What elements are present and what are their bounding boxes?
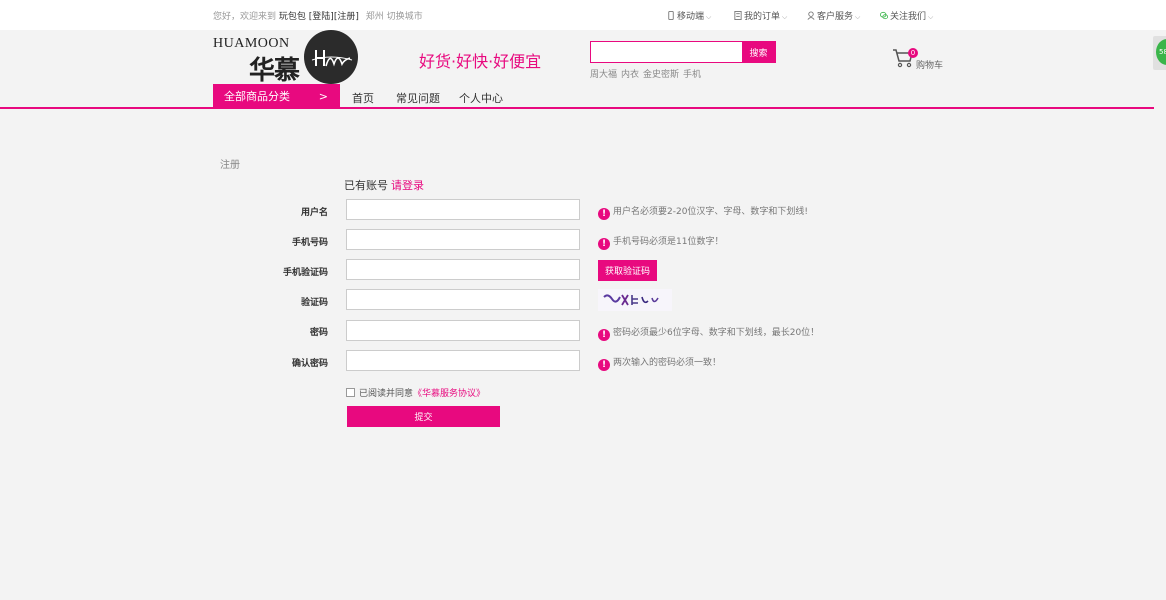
all-categories-button[interactable]: 全部商品分类 > — [213, 84, 340, 109]
agree-text: 已阅读并同意 — [359, 389, 414, 399]
confirm-password-hint: ! 两次输入的密码必须一致！ — [598, 355, 721, 371]
password-hint-text: 密码必须最少6位字母、数字和下划线，最长20位！ — [613, 328, 820, 338]
phone-field[interactable] — [346, 229, 580, 250]
chevron-right-icon: > — [318, 90, 328, 103]
top-bar: 您好，欢迎来到 玩包包 [登陆][注册] 郑州 切换城市 移动端 ⌵ 我的订单 ⌵ … — [0, 0, 1166, 30]
nav-user-center[interactable]: 个人中心 — [459, 90, 503, 106]
warning-icon: ! — [598, 208, 610, 220]
search-input[interactable] — [591, 42, 742, 62]
nav-home[interactable]: 首页 — [352, 90, 374, 106]
hot-keywords: 周大福 内衣 金史密斯 手机 — [590, 67, 705, 80]
confirm-password-label: 确认密码 — [291, 359, 328, 369]
phone-hint-text: 手机号码必须是11位数字！ — [613, 237, 724, 247]
slogan: 好货·好快·好便宜 — [419, 52, 542, 71]
username-hint-text: 用户名必须要2-20位汉字、字母、数字和下划线! — [613, 207, 809, 217]
logo-emblem[interactable] — [304, 30, 358, 84]
topnav-follow-label: 关注我们 — [890, 12, 927, 22]
wechat-icon — [880, 11, 888, 20]
service-icon — [807, 11, 815, 20]
chevron-down-icon: ⌵ — [928, 13, 934, 21]
confirm-password-field[interactable] — [346, 350, 580, 371]
side-float-tab[interactable]: 58 — [1153, 36, 1166, 70]
password-label: 密码 — [309, 328, 328, 338]
topnav-service[interactable]: 客户服务 ⌵ — [807, 9, 860, 22]
search-box: 搜索 — [590, 41, 776, 63]
captcha-image[interactable] — [598, 289, 672, 311]
login-link[interactable]: 请登录 — [391, 179, 424, 192]
topnav-orders-label: 我的订单 — [744, 12, 781, 22]
logo-chinese: 华慕 — [249, 56, 300, 86]
current-city: 郑州 — [365, 12, 384, 22]
mobile-icon — [668, 11, 674, 20]
chevron-down-icon: ⌵ — [782, 13, 788, 21]
logo-signature-icon — [311, 50, 353, 67]
phone-hint: ! 手机号码必须是11位数字！ — [598, 234, 723, 250]
phone-label: 手机号码 — [291, 238, 328, 248]
register-link[interactable]: [注册] — [334, 12, 359, 22]
warning-icon: ! — [598, 359, 610, 371]
topnav-mobile-label: 移动端 — [677, 12, 705, 22]
username-field[interactable] — [346, 199, 580, 220]
site-name: 玩包包 — [278, 12, 306, 22]
topnav-follow[interactable]: 关注我们 ⌵ — [880, 9, 933, 22]
order-icon — [734, 11, 742, 20]
username-hint: ! 用户名必须要2-20位汉字、字母、数字和下划线! — [598, 204, 808, 220]
switch-city-link[interactable]: 切换城市 — [387, 12, 423, 22]
greeting: 您好，欢迎来到 — [213, 12, 277, 22]
topnav-service-label: 客户服务 — [817, 12, 854, 22]
agree-checkbox[interactable] — [346, 388, 355, 397]
cart-button[interactable]: 0 购物车 — [892, 48, 952, 71]
have-account-label: 已有账号 — [344, 179, 388, 192]
welcome-text: 您好，欢迎来到 玩包包 [登陆][注册] 郑州 切换城市 — [213, 9, 423, 22]
chevron-down-icon: ⌵ — [706, 13, 712, 21]
username-label: 用户名 — [300, 208, 328, 218]
password-field[interactable] — [346, 320, 580, 341]
chevron-down-icon: ⌵ — [855, 13, 861, 21]
search-button[interactable]: 搜索 — [742, 42, 775, 62]
captcha-field[interactable] — [346, 289, 580, 310]
hotword-link[interactable]: 周大福 — [590, 70, 617, 80]
side-badge: 58 — [1156, 39, 1166, 65]
captcha-label: 验证码 — [300, 298, 328, 308]
cart-count-badge: 0 — [908, 48, 918, 58]
hotword-link[interactable]: 手机 — [683, 70, 701, 80]
all-categories-label: 全部商品分类 — [224, 90, 290, 103]
login-link[interactable]: [登陆] — [309, 12, 334, 22]
nav-faq[interactable]: 常见问题 — [396, 90, 440, 106]
hotword-link[interactable]: 金史密斯 — [643, 70, 679, 80]
warning-icon: ! — [598, 329, 610, 341]
breadcrumb: 注册 — [220, 160, 240, 171]
topnav-mobile[interactable]: 移动端 ⌵ — [667, 9, 711, 22]
confirm-password-hint-text: 两次输入的密码必须一致！ — [613, 358, 722, 368]
topnav-orders[interactable]: 我的订单 ⌵ — [734, 9, 787, 22]
have-account-text: 已有账号 请登录 — [344, 177, 424, 193]
cart-label: 购物车 — [916, 61, 944, 71]
captcha-glyphs-icon — [603, 294, 659, 306]
submit-button[interactable]: 提交 — [347, 406, 500, 427]
hotword-link[interactable]: 内衣 — [621, 70, 639, 80]
agreement-row: 已阅读并同意《华慕服务协议》 — [346, 386, 485, 399]
sms-code-field[interactable] — [346, 259, 580, 280]
sms-code-label: 手机验证码 — [282, 268, 328, 278]
main-content — [0, 109, 1166, 600]
warning-icon: ! — [598, 238, 610, 250]
get-code-button[interactable]: 获取验证码 — [598, 260, 657, 281]
agreement-link[interactable]: 《华慕服务协议》 — [413, 389, 485, 399]
header: HUAMOON 华慕 好货·好快·好便宜 搜索 周大福 内衣 金史密斯 手机 0 购物… — [0, 30, 1166, 108]
password-hint: ! 密码必须最少6位字母、数字和下划线，最长20位！ — [598, 325, 819, 341]
